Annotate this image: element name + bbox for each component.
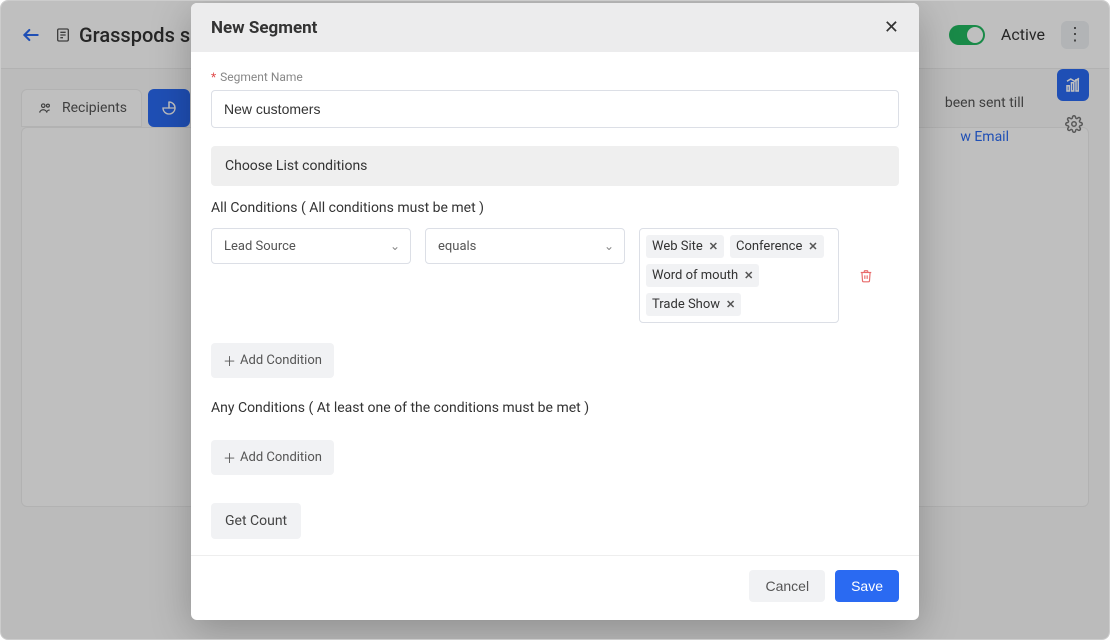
- value-chip: Web Site✕: [646, 235, 724, 258]
- condition-row: Lead Source ⌄ equals ⌄ Web Site✕ Confere…: [211, 228, 899, 323]
- get-count-button[interactable]: Get Count: [211, 503, 301, 539]
- value-chip: Conference✕: [730, 235, 824, 258]
- segment-name-input[interactable]: [211, 90, 899, 128]
- any-conditions-label: Any Conditions ( At least one of the con…: [211, 400, 899, 416]
- save-button[interactable]: Save: [835, 570, 899, 602]
- chip-remove-icon[interactable]: ✕: [726, 298, 735, 311]
- add-condition-all-button[interactable]: ＋ Add Condition: [211, 343, 334, 378]
- choose-list-section: Choose List conditions: [211, 146, 899, 186]
- condition-field-select[interactable]: Lead Source ⌄: [211, 228, 411, 264]
- add-condition-any-button[interactable]: ＋ Add Condition: [211, 440, 334, 475]
- value-chip: Trade Show✕: [646, 293, 741, 316]
- all-conditions-label: All Conditions ( All conditions must be …: [211, 200, 899, 216]
- condition-values[interactable]: Web Site✕ Conference✕ Word of mouth✕ Tra…: [639, 228, 839, 323]
- plus-icon: ＋: [223, 448, 236, 467]
- new-segment-modal: New Segment ✕ *Segment Name Choose List …: [191, 3, 919, 620]
- chip-remove-icon[interactable]: ✕: [709, 240, 718, 253]
- segment-name-label: *Segment Name: [211, 70, 899, 84]
- chip-remove-icon[interactable]: ✕: [744, 269, 753, 282]
- delete-condition-icon[interactable]: [859, 268, 873, 284]
- chip-remove-icon[interactable]: ✕: [808, 240, 817, 253]
- chevron-down-icon: ⌄: [604, 239, 614, 253]
- cancel-button[interactable]: Cancel: [749, 570, 825, 602]
- value-chip: Word of mouth✕: [646, 264, 759, 287]
- condition-operator-select[interactable]: equals ⌄: [425, 228, 625, 264]
- close-icon[interactable]: ✕: [884, 17, 899, 38]
- chevron-down-icon: ⌄: [390, 239, 400, 253]
- modal-overlay: New Segment ✕ *Segment Name Choose List …: [1, 1, 1109, 639]
- plus-icon: ＋: [223, 351, 236, 370]
- modal-title: New Segment: [211, 18, 317, 38]
